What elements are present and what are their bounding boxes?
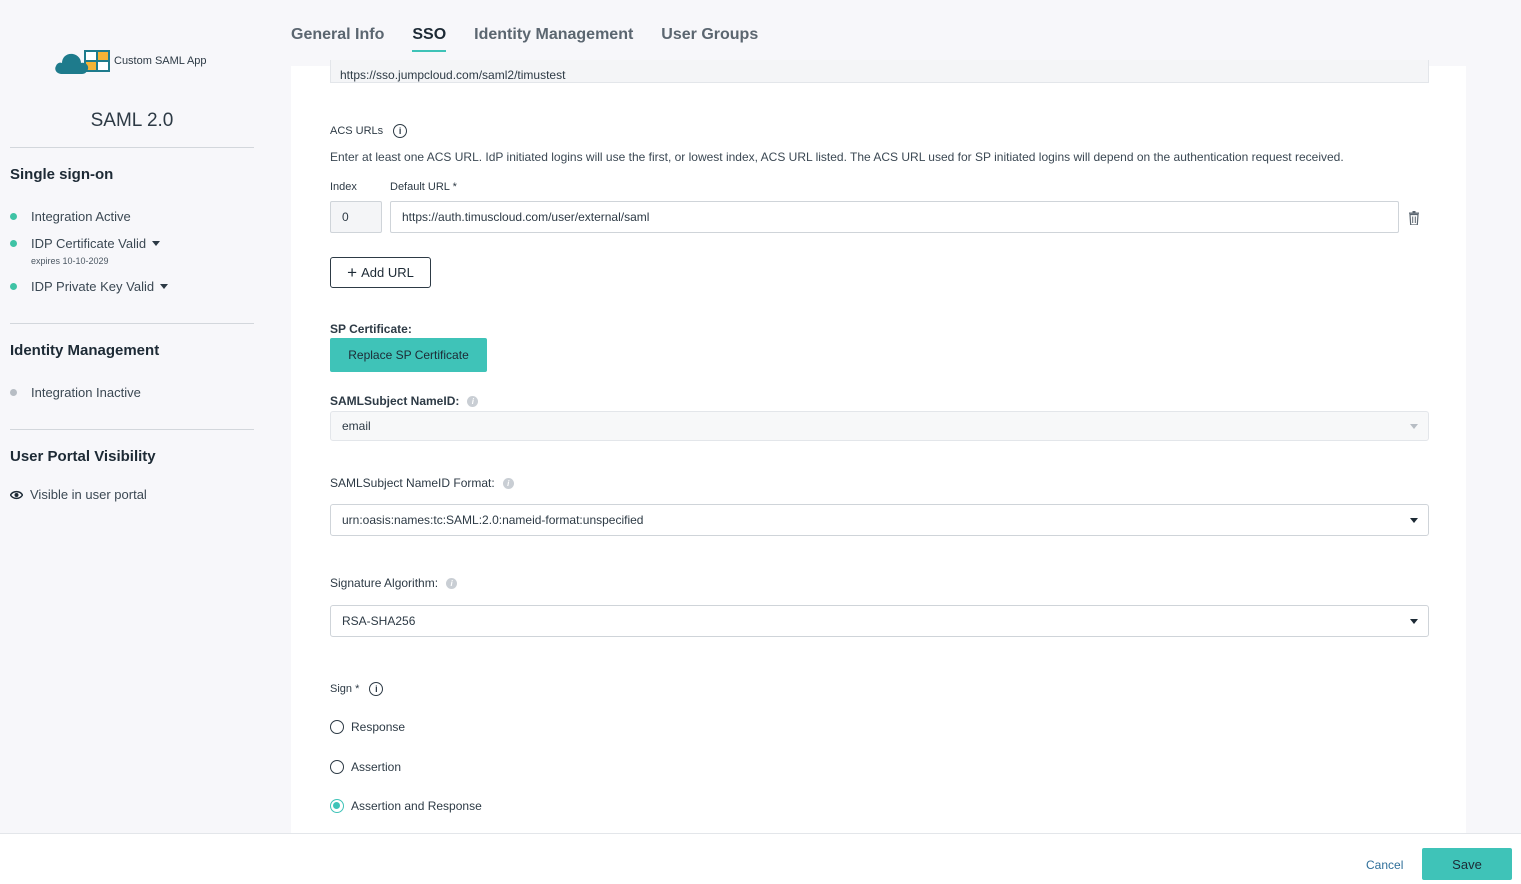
status-integration-active: Integration Active	[10, 209, 131, 224]
tab-user-groups[interactable]: User Groups	[661, 26, 758, 52]
footer-bar: Cancel Save	[0, 833, 1521, 884]
portal-visibility: Visible in user portal	[10, 487, 147, 502]
divider	[10, 323, 254, 324]
info-icon[interactable]: i	[393, 124, 408, 138]
status-label: IDP Certificate Valid	[31, 236, 147, 251]
status-idp-private-key[interactable]: IDP Private Key Valid	[10, 279, 169, 294]
chevron-down-icon[interactable]	[152, 241, 161, 246]
radio-label: Assertion	[351, 760, 402, 774]
status-idp-certificate[interactable]: IDP Certificate Valid	[10, 236, 161, 251]
default-url-label: Default URL *	[390, 181, 457, 193]
trash-icon[interactable]	[1409, 211, 1419, 225]
sign-option-response[interactable]: Response	[330, 720, 405, 734]
radio-circle[interactable]	[330, 720, 344, 734]
radio-label: Response	[351, 720, 406, 734]
status-label: IDP Private Key Valid	[31, 279, 155, 294]
replace-sp-certificate-button[interactable]: Replace SP Certificate	[330, 338, 487, 372]
chevron-down-icon[interactable]	[160, 284, 169, 289]
portal-visibility-label: Visible in user portal	[30, 487, 147, 502]
info-icon[interactable]: i	[502, 477, 514, 489]
nameid-select[interactable]: email	[330, 411, 1429, 441]
nameid-label-text: SAMLSubject NameID:	[330, 394, 460, 408]
identity-section-title: Identity Management	[10, 342, 160, 359]
nameid-format-label-text: SAMLSubject NameID Format:	[330, 476, 495, 490]
info-icon[interactable]: i	[369, 682, 384, 696]
acs-urls-label-text: ACS URLs	[330, 125, 384, 137]
sso-section-title: Single sign-on	[10, 166, 114, 183]
protocol-title: SAML 2.0	[90, 110, 174, 131]
sp-certificate-label: SP Certificate:	[330, 322, 412, 336]
divider	[10, 429, 254, 430]
status-integration-inactive: Integration Inactive	[10, 385, 141, 400]
plus-icon: +	[347, 263, 358, 282]
signature-algorithm-value: RSA-SHA256	[342, 614, 416, 628]
cancel-button[interactable]: Cancel	[1366, 858, 1403, 872]
logo-text: Custom SAML App	[114, 55, 207, 67]
add-url-button[interactable]: + Add URL	[330, 257, 431, 288]
certificate-expiry: expires 10-10-2029	[31, 256, 109, 266]
nameid-format-value: urn:oasis:names:tc:SAML:2.0:nameid-forma…	[342, 513, 644, 527]
sign-option-assertion-and-response[interactable]: Assertion and Response	[330, 799, 482, 813]
signature-algorithm-select[interactable]: RSA-SHA256	[330, 605, 1429, 637]
portal-section-title: User Portal Visibility	[10, 448, 156, 465]
add-url-label: Add URL	[361, 265, 414, 280]
acs-index-input[interactable]: 0	[330, 201, 382, 233]
status-dot	[10, 283, 17, 290]
chevron-down-icon	[1410, 518, 1418, 523]
cloud-logo-icon	[55, 53, 89, 74]
eye-icon	[10, 490, 23, 499]
info-icon[interactable]: i	[446, 577, 458, 589]
divider	[10, 147, 254, 148]
tab-general-info[interactable]: General Info	[291, 26, 384, 52]
index-label: Index	[330, 181, 357, 193]
sso-form-panel: https://sso.jumpcloud.com/saml2/timustes…	[291, 60, 1466, 833]
sidebar: Custom SAML App SAML 2.0 Single sign-on …	[0, 0, 264, 833]
chevron-down-icon	[1410, 619, 1418, 624]
signature-algorithm-label-text: Signature Algorithm:	[330, 576, 439, 590]
status-label: Integration Inactive	[31, 385, 141, 400]
acs-default-url-input[interactable]: https://auth.timuscloud.com/user/externa…	[390, 201, 1399, 233]
nameid-format-select[interactable]: urn:oasis:names:tc:SAML:2.0:nameid-forma…	[330, 504, 1429, 536]
save-button[interactable]: Save	[1422, 848, 1512, 880]
info-icon[interactable]: i	[467, 395, 479, 407]
nameid-format-label: SAMLSubject NameID Format: i	[330, 476, 514, 490]
status-dot	[10, 213, 17, 220]
sign-label: Sign * i	[330, 682, 384, 696]
sign-option-assertion[interactable]: Assertion	[330, 760, 401, 774]
nameid-label: SAMLSubject NameID: i	[330, 394, 479, 408]
acs-urls-label: ACS URLs i	[330, 124, 408, 138]
nameid-value: email	[342, 419, 371, 433]
signature-algorithm-label: Signature Algorithm: i	[330, 576, 458, 590]
sign-label-text: Sign *	[330, 683, 360, 695]
tab-identity-management[interactable]: Identity Management	[474, 26, 633, 52]
acs-help-text: Enter at least one ACS URL. IdP initiate…	[330, 150, 1344, 164]
status-label: Integration Active	[31, 209, 131, 224]
status-dot	[10, 240, 17, 247]
status-dot	[10, 389, 17, 396]
radio-circle-checked[interactable]	[330, 799, 344, 813]
idp-url-field[interactable]: https://sso.jumpcloud.com/saml2/timustes…	[330, 60, 1429, 83]
tab-sso[interactable]: SSO	[412, 26, 447, 52]
radio-label: Assertion and Response	[351, 799, 482, 813]
tab-bar: General Info SSO Identity Management Use…	[291, 26, 758, 52]
radio-circle[interactable]	[330, 760, 344, 774]
app-logo: Custom SAML App	[54, 48, 207, 74]
chevron-down-icon	[1410, 424, 1418, 429]
